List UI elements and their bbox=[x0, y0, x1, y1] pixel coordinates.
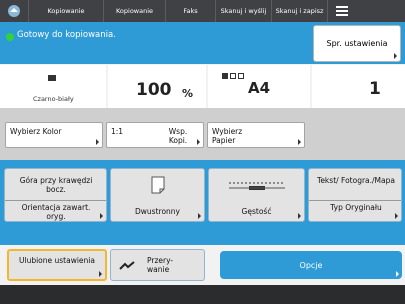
copy-ratio-button[interactable]: 1:1 Wsp. Kopi. bbox=[106, 122, 204, 148]
tray-icon bbox=[230, 73, 236, 79]
zoom-value: 100 bbox=[136, 80, 172, 100]
triangle-icon bbox=[298, 139, 301, 145]
setting-row: Wybierz Kolor 1:1 Wsp. Kopi. Wybierz Pap… bbox=[0, 108, 405, 160]
copies-panel[interactable]: 1 bbox=[312, 65, 405, 108]
tab-copy-1[interactable]: Kopiowanie bbox=[28, 0, 103, 22]
orientation-button[interactable]: Góra przy krawędzi bocz. Orientacja zawa… bbox=[4, 168, 107, 222]
tray-icon bbox=[238, 73, 244, 79]
status-ready-icon bbox=[6, 33, 14, 41]
triangle-icon bbox=[100, 213, 103, 219]
triangle-icon bbox=[394, 53, 397, 59]
tray-icon bbox=[222, 73, 228, 79]
divider bbox=[5, 200, 106, 201]
functions-area: Góra przy krawędzi bocz. Orientacja zawa… bbox=[0, 160, 405, 245]
check-settings-label: Spr. ustawienia bbox=[326, 39, 388, 48]
color-mode-panel[interactable]: Czarno-biały bbox=[0, 65, 106, 108]
density-button[interactable]: Gęstość bbox=[208, 168, 305, 222]
triangle-icon bbox=[395, 213, 398, 219]
menu-icon[interactable] bbox=[327, 0, 355, 22]
tab-scan-send[interactable]: Skanuj i wyślij bbox=[215, 0, 271, 22]
select-paper-label: Wybierz Papier bbox=[212, 127, 243, 145]
options-button[interactable]: Opcje bbox=[220, 251, 402, 279]
top-menu-bar: Kopiowanie Kopiowanie Faks Skanuj i wyśl… bbox=[0, 0, 405, 22]
orientation-label: Orientacja zawart. oryg. bbox=[21, 203, 91, 221]
favorite-settings-button[interactable]: Ulubione ustawienia bbox=[7, 249, 107, 281]
triangle-icon bbox=[198, 213, 201, 219]
density-label: Gęstość bbox=[241, 207, 272, 216]
options-label: Opcje bbox=[299, 260, 323, 270]
interrupt-icon bbox=[119, 261, 135, 270]
tab-copy-2[interactable]: Kopiowanie bbox=[103, 0, 165, 22]
paper-panel[interactable]: A4 bbox=[208, 65, 310, 108]
duplex-label: Dwustronny bbox=[135, 207, 180, 216]
triangle-icon bbox=[298, 213, 301, 219]
select-color-label: Wybierz Kolor bbox=[10, 127, 62, 136]
ratio-label: Wsp. Kopi. bbox=[168, 127, 188, 145]
copy-screen: { "topbar": { "tabs": ["Kopiowanie","Kop… bbox=[0, 0, 405, 304]
select-color-button[interactable]: Wybierz Kolor bbox=[5, 122, 103, 148]
duplex-icon bbox=[151, 176, 165, 194]
zoom-panel[interactable]: 100 % bbox=[108, 65, 206, 108]
triangle-icon bbox=[99, 271, 102, 277]
tab-scan-store[interactable]: Skanuj i zapisz bbox=[271, 0, 327, 22]
duplex-button[interactable]: Dwustronny bbox=[110, 168, 205, 222]
home-icon[interactable] bbox=[0, 0, 28, 22]
ratio-value: 1:1 bbox=[111, 127, 124, 136]
status-text: Gotowy do kopiowania. bbox=[17, 30, 116, 40]
original-type-button[interactable]: Tekst/ Fotogra./Mapa Typ Oryginału bbox=[308, 168, 402, 222]
top-edge-label: Góra przy krawędzi bocz. bbox=[19, 176, 93, 194]
check-settings-button[interactable]: Spr. ustawienia bbox=[313, 25, 401, 62]
interrupt-button[interactable]: Przery- wanie bbox=[110, 249, 205, 281]
copies-count: 1 bbox=[369, 79, 381, 99]
original-type-label: Typ Oryginału bbox=[330, 203, 382, 212]
bw-icon bbox=[48, 75, 56, 81]
divider bbox=[309, 200, 401, 201]
paper-tray-icons bbox=[222, 73, 244, 79]
color-mode-value: Czarno-biały bbox=[33, 95, 74, 103]
tab-fax[interactable]: Faks bbox=[165, 0, 215, 22]
bottom-bar bbox=[0, 285, 405, 304]
paper-size: A4 bbox=[248, 79, 271, 97]
density-scale-icon bbox=[229, 182, 285, 190]
favorite-settings-label: Ulubione ustawienia bbox=[19, 256, 95, 265]
text-photo-label: Tekst/ Fotogra./Mapa bbox=[317, 176, 395, 185]
select-paper-button[interactable]: Wybierz Papier bbox=[207, 122, 305, 148]
triangle-icon bbox=[197, 139, 200, 145]
interrupt-label: Przery- wanie bbox=[147, 256, 174, 274]
zoom-unit: % bbox=[182, 87, 194, 100]
triangle-icon bbox=[396, 271, 399, 277]
triangle-icon bbox=[96, 139, 99, 145]
